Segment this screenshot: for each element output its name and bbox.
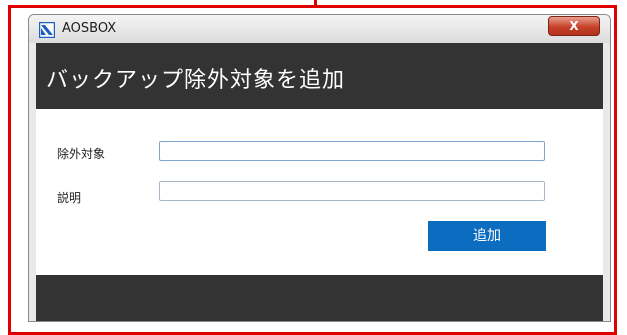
dialog-content: 除外対象 説明 追加: [36, 109, 603, 275]
dialog-window: AOSBOX X バックアップ除外対象を追加 除外対象 説明 追加: [28, 14, 611, 322]
page-title: バックアップ除外対象を追加: [46, 68, 346, 93]
window-title: AOSBOX: [62, 21, 117, 36]
dialog-header: バックアップ除外対象を追加: [36, 43, 603, 109]
title-bar[interactable]: AOSBOX X: [29, 15, 610, 43]
exclusion-target-label: 除外対象: [57, 147, 106, 161]
close-button[interactable]: X: [548, 16, 600, 36]
description-label: 説明: [57, 191, 82, 205]
add-button[interactable]: 追加: [428, 221, 546, 251]
aosbox-logo-icon: [39, 22, 55, 38]
exclusion-target-input[interactable]: [159, 141, 545, 161]
dialog-footer: [36, 275, 603, 321]
description-input[interactable]: [159, 181, 545, 201]
